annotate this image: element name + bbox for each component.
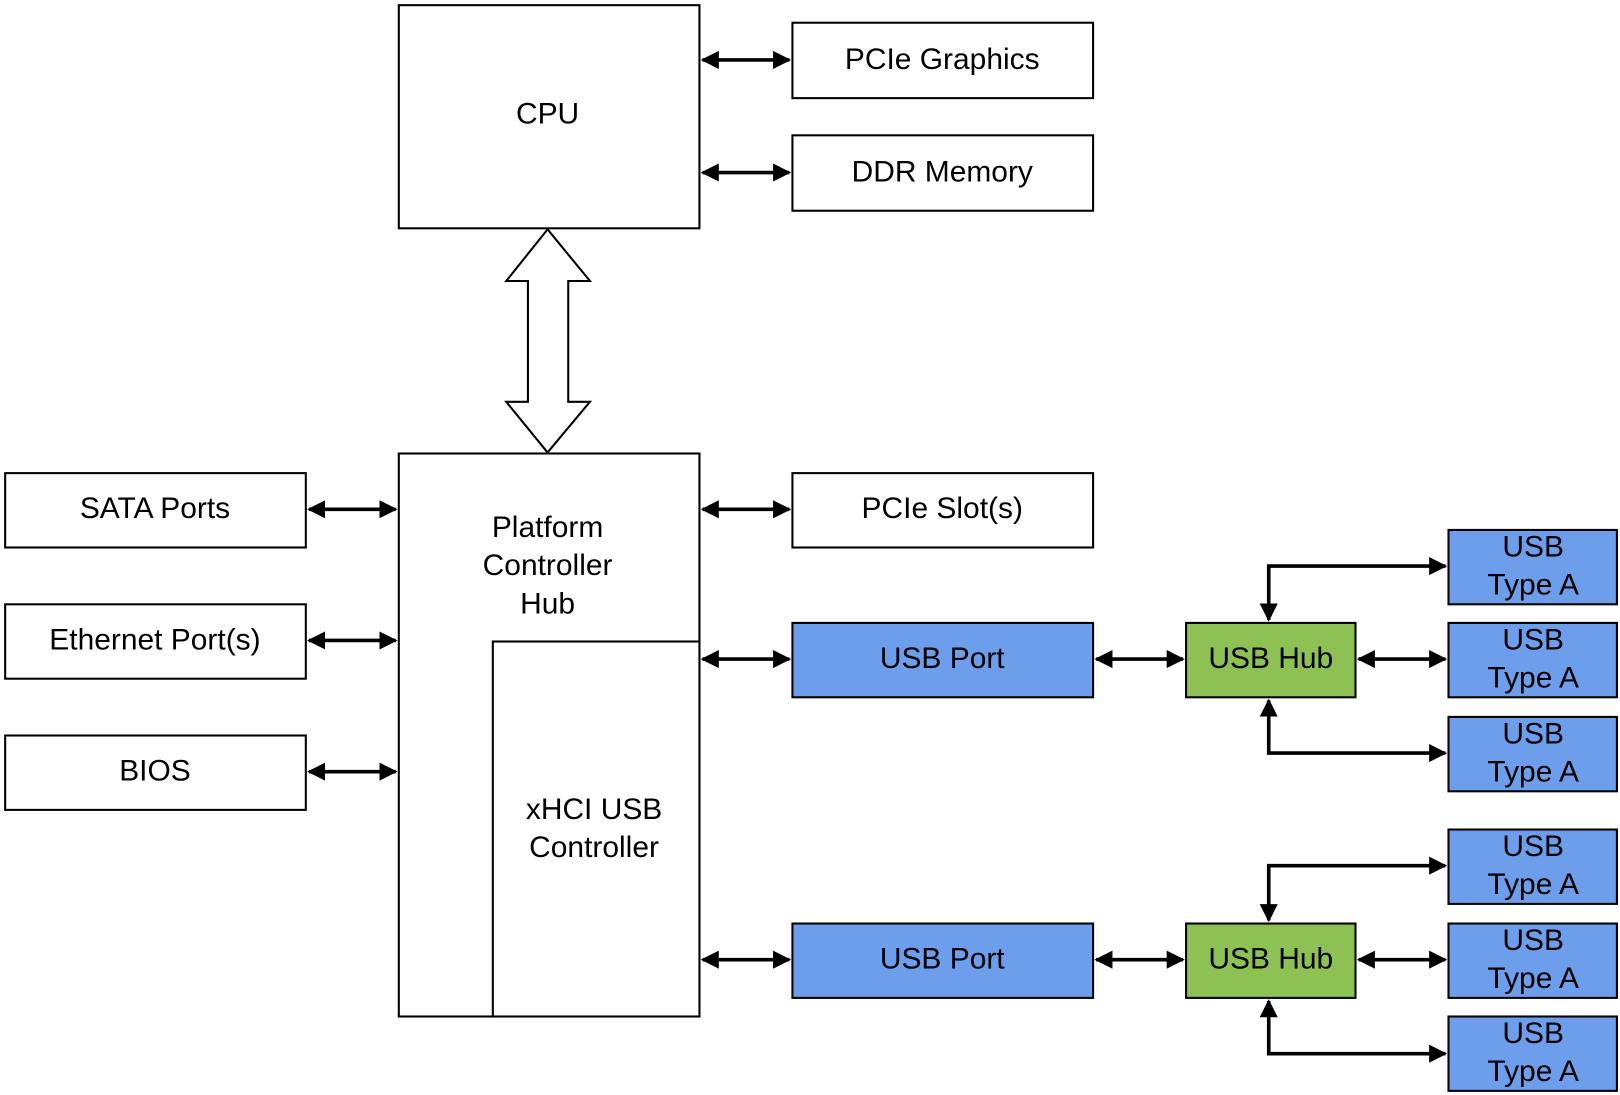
usb-port-1-label: USB Port [880, 642, 1005, 675]
usb-type-a-label-line1: USB [1502, 623, 1564, 656]
usb-type-a-label-line2: Type A [1487, 962, 1579, 995]
cpu-label: CPU [516, 98, 579, 131]
usb-type-a-label-line2: Type A [1487, 756, 1579, 789]
xhci-label-line1: xHCI USB [526, 793, 662, 826]
usb-type-a-block: USB Type A [1447, 922, 1618, 999]
sata-block: SATA Ports [4, 472, 307, 549]
pch-label-line2: Controller [483, 549, 613, 582]
pcie-slots-label: PCIe Slot(s) [862, 492, 1023, 525]
usb-type-a-block: USB Type A [1447, 828, 1618, 905]
ddr-memory-block: DDR Memory [791, 134, 1095, 212]
usb-type-a-label-line1: USB [1502, 830, 1564, 863]
bios-label: BIOS [119, 755, 191, 788]
ethernet-block: Ethernet Port(s) [4, 603, 307, 680]
usb-type-a-label-line1: USB [1502, 530, 1564, 563]
hub-2-type-a-6-arrow [1259, 999, 1448, 1063]
pcie-graphics-block: PCIe Graphics [791, 21, 1095, 100]
usb-type-a-label-line1: USB [1502, 1017, 1564, 1050]
cpu-block: CPU [397, 4, 701, 230]
hub-2-type-a-4-arrow [1259, 856, 1448, 923]
usb-type-a-block: USB Type A [1447, 715, 1618, 793]
pcie-slots-block: PCIe Slot(s) [791, 472, 1095, 549]
usb-hub-2-label: USB Hub [1208, 943, 1333, 976]
usb-type-a-block: USB Type A [1447, 1015, 1618, 1092]
hub-1-type-a-3-arrow [1259, 698, 1448, 763]
pcie-graphics-label: PCIe Graphics [845, 43, 1040, 76]
pch-label-line3: Hub [520, 587, 575, 620]
pch-label-line1: Platform [492, 511, 603, 544]
bios-block: BIOS [4, 734, 307, 811]
usb-type-a-label-line2: Type A [1487, 1055, 1579, 1088]
usb-type-a-block: USB Type A [1447, 528, 1618, 606]
xhci-block: xHCI USB Controller [491, 640, 701, 1018]
usb-type-a-label-line2: Type A [1487, 868, 1579, 901]
usb-port-2-label: USB Port [880, 943, 1005, 976]
usb-hub-2-block: USB Hub [1185, 922, 1357, 999]
sata-label: SATA Ports [80, 492, 230, 525]
block-diagram: CPU PCIe Graphics DDR Memory Platform Co… [4, 4, 1618, 1092]
usb-type-a-group: USB Type A USB Type A USB Type A USB Type A USB T… [1447, 528, 1618, 1092]
xhci-label-line2: Controller [529, 831, 659, 864]
ddr-memory-label: DDR Memory [852, 155, 1033, 188]
usb-type-a-label-line2: Type A [1487, 569, 1579, 602]
cpu-pch-bus-arrow [504, 227, 593, 455]
usb-type-a-block: USB Type A [1447, 621, 1618, 699]
usb-hub-1-block: USB Hub [1185, 621, 1357, 699]
usb-type-a-label-line1: USB [1502, 717, 1564, 750]
hub-1-type-a-1-arrow [1259, 557, 1448, 622]
usb-type-a-label-line2: Type A [1487, 662, 1579, 695]
usb-type-a-label-line1: USB [1502, 924, 1564, 957]
usb-port-1-block: USB Port [791, 621, 1095, 699]
usb-hub-1-label: USB Hub [1208, 642, 1333, 675]
ethernet-label: Ethernet Port(s) [49, 623, 260, 656]
usb-port-2-block: USB Port [791, 922, 1095, 999]
